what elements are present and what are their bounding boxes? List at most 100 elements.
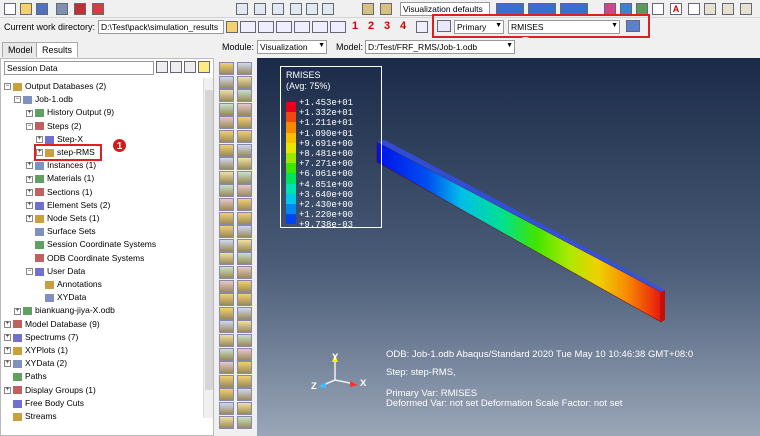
field-variable-combo[interactable]: RMISES ▼ <box>508 20 620 34</box>
field-output-icon[interactable] <box>437 20 451 32</box>
expand-toggle-icon[interactable]: − <box>26 268 33 276</box>
toolbox-tool-icon[interactable] <box>237 170 252 184</box>
expand-toggle-icon[interactable]: + <box>26 215 33 223</box>
expand-toggle-icon[interactable]: + <box>26 162 33 170</box>
open-folder-icon[interactable] <box>20 3 32 15</box>
expand-toggle-icon[interactable]: + <box>4 334 11 342</box>
toolbox-tool-icon[interactable] <box>237 415 252 429</box>
toolbox-tool-icon[interactable] <box>219 347 234 361</box>
toolbox-tool-icon[interactable] <box>219 252 234 266</box>
fit-view-icon[interactable] <box>306 3 318 15</box>
module-combo[interactable]: Visualization ▼ <box>257 40 327 54</box>
arrow-tool-icon[interactable] <box>688 3 700 15</box>
tree-item[interactable]: + XYData (2) <box>4 357 67 369</box>
toolbox-tool-icon[interactable] <box>237 198 252 211</box>
toolbox-tool-icon[interactable] <box>219 266 234 279</box>
tree-item[interactable]: Surface Sets <box>26 225 96 237</box>
tree-item[interactable]: Free Body Cuts <box>4 397 84 409</box>
browse-folder-icon[interactable] <box>226 21 238 33</box>
expand-toggle-icon[interactable]: + <box>26 202 33 210</box>
tree-item[interactable]: − User Data <box>26 265 85 277</box>
view-back-icon[interactable] <box>258 21 274 33</box>
toolbox-tool-icon[interactable] <box>237 130 252 143</box>
toolbox-tool-icon[interactable] <box>219 374 234 388</box>
view-bottom-icon[interactable] <box>294 21 310 33</box>
cycle-view-icon[interactable] <box>322 3 334 15</box>
tree-item[interactable]: XYData <box>36 291 86 303</box>
view-4-button[interactable]: 4 <box>400 20 406 32</box>
expand-toggle-icon[interactable]: + <box>4 347 11 355</box>
tree-item[interactable]: + Node Sets (1) <box>26 212 99 224</box>
tree-item[interactable]: + Model Database (9) <box>4 318 100 330</box>
export-icon[interactable] <box>74 3 86 15</box>
toolbox-tool-icon[interactable] <box>219 102 234 116</box>
toolbox-tool-icon[interactable] <box>237 361 252 375</box>
tree-item[interactable]: − Job-1.odb <box>14 93 73 105</box>
toolbox-tool-icon[interactable] <box>219 238 234 252</box>
view-iso-icon[interactable] <box>330 21 346 33</box>
view-manager-icon[interactable] <box>416 21 428 33</box>
toolbox-tool-icon[interactable] <box>237 116 252 130</box>
session-data-combo[interactable]: Session Data <box>4 61 154 75</box>
layers-icon[interactable] <box>362 3 374 15</box>
toolbox-tool-icon[interactable] <box>219 157 234 171</box>
toolbox-tool-icon[interactable] <box>237 102 252 116</box>
scale-icon[interactable] <box>722 3 734 15</box>
toolbox-tool-icon[interactable] <box>237 293 252 307</box>
toolbox-tool-icon[interactable] <box>219 75 234 89</box>
tree-item[interactable]: Annotations <box>36 278 102 290</box>
expand-toggle-icon[interactable]: + <box>36 136 43 144</box>
tree-item[interactable]: ODB Coordinate Systems <box>26 252 144 264</box>
tree-item[interactable]: + History Output (9) <box>26 106 114 118</box>
ruler-icon[interactable] <box>704 3 716 15</box>
toolbox-tool-icon[interactable] <box>237 143 252 157</box>
toolbox-tool-icon[interactable] <box>237 388 252 402</box>
toolbox-tool-icon[interactable] <box>219 116 234 130</box>
toolbox-tool-icon[interactable] <box>237 89 252 103</box>
pan-icon[interactable] <box>236 3 248 15</box>
toolbox-tool-icon[interactable] <box>219 170 234 184</box>
toolbox-tool-icon[interactable] <box>219 89 234 103</box>
line-tool-icon[interactable] <box>652 3 664 15</box>
save-icon[interactable] <box>36 3 48 15</box>
view-front-icon[interactable] <box>240 21 256 33</box>
toolbox-tool-icon[interactable] <box>219 62 234 75</box>
toolbox-tool-icon[interactable] <box>219 198 234 211</box>
expand-toggle-icon[interactable]: − <box>14 96 21 104</box>
toolbox-tool-icon[interactable] <box>237 211 252 225</box>
tree-item[interactable]: Session Coordinate Systems <box>26 238 156 250</box>
toolbox-tool-icon[interactable] <box>219 130 234 143</box>
tab-model[interactable]: Model <box>2 42 39 57</box>
tree-item[interactable]: + Materials (1) <box>26 172 94 184</box>
text-tool-icon[interactable]: A <box>670 3 682 15</box>
view-3-button[interactable]: 3 <box>384 20 390 32</box>
toolbox-tool-icon[interactable] <box>219 184 234 198</box>
expand-toggle-icon[interactable]: + <box>26 109 33 117</box>
box-zoom-icon[interactable] <box>290 3 302 15</box>
toolbox-tool-icon[interactable] <box>219 306 234 320</box>
tree-item[interactable]: Paths <box>4 370 47 382</box>
toolbox-tool-icon[interactable] <box>237 266 252 279</box>
toolbox-tool-icon[interactable] <box>237 279 252 293</box>
toolbox-tool-icon[interactable] <box>237 306 252 320</box>
expand-toggle-icon[interactable]: + <box>26 175 33 183</box>
view-top-icon[interactable] <box>276 21 292 33</box>
toolbox-tool-icon[interactable] <box>219 143 234 157</box>
toolbox-tool-icon[interactable] <box>219 402 234 415</box>
refresh-icon[interactable] <box>626 20 640 32</box>
model-combo[interactable]: D:/Test/FRF_RMS/Job-1.odb ▼ <box>365 40 515 54</box>
expand-toggle-icon[interactable]: + <box>4 386 11 394</box>
toolbox-tool-icon[interactable] <box>237 320 252 334</box>
expand-toggle-icon[interactable]: + <box>4 360 11 368</box>
rotate-icon[interactable] <box>254 3 266 15</box>
toolbox-tool-icon[interactable] <box>219 415 234 429</box>
tree-item[interactable]: − Steps (2) <box>26 120 82 132</box>
toolbox-tool-icon[interactable] <box>237 334 252 347</box>
tree-item[interactable]: Streams <box>4 410 57 422</box>
step-option-combo[interactable]: Primary ▼ <box>454 20 504 34</box>
expand-toggle-icon[interactable]: − <box>26 122 33 130</box>
zoom-icon[interactable] <box>272 3 284 15</box>
toolbox-tool-icon[interactable] <box>237 374 252 388</box>
toolbox-tool-icon[interactable] <box>219 361 234 375</box>
toolbox-tool-icon[interactable] <box>237 157 252 171</box>
